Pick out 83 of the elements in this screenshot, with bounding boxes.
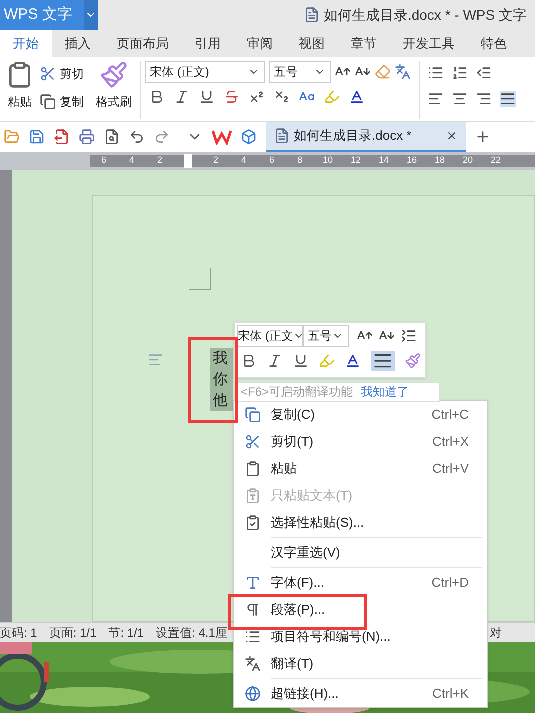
copy-button[interactable]: 复制	[40, 93, 84, 111]
numbered-list-icon[interactable]	[452, 65, 468, 81]
status-text: 设置值: 4.1厘	[156, 624, 228, 642]
superscript-icon[interactable]	[249, 89, 265, 105]
undo-icon[interactable]	[129, 129, 145, 145]
document-text: 我你他	[210, 348, 232, 411]
font-select[interactable]: 宋体 (正文	[237, 325, 303, 347]
format-painter-button[interactable]: 格式刷	[92, 61, 136, 111]
app-menu-button[interactable]: WPS 文字	[0, 0, 98, 30]
globe-icon	[244, 686, 260, 702]
list-icon	[244, 628, 260, 644]
ribbon-tab[interactable]: 审阅	[234, 30, 286, 57]
save-icon[interactable]	[29, 129, 45, 145]
dismiss-link[interactable]: 我知道了	[361, 383, 410, 401]
paintbrush-icon[interactable]	[405, 353, 421, 369]
underline-icon[interactable]	[293, 353, 309, 369]
font-color-icon[interactable]	[349, 89, 365, 105]
ribbon-tab[interactable]: 引用	[182, 30, 234, 57]
menu-item[interactable]: 复制(C) Ctrl+C	[234, 401, 487, 428]
cut-button[interactable]: 剪切	[40, 65, 84, 83]
tooltip-text: <F6>可启动翻译功能	[241, 384, 354, 401]
paste-button[interactable]: 粘贴	[0, 61, 40, 111]
size-select[interactable]: 五号	[303, 325, 349, 347]
ruler: 6 4 2 2 4 6 8 10 12 14 16 18 20 22	[90, 155, 535, 167]
paintbrush-icon	[100, 61, 128, 89]
subscript-icon[interactable]	[274, 89, 290, 105]
align-left-icon[interactable]	[428, 91, 444, 107]
justify-icon[interactable]	[500, 91, 516, 107]
preview-icon[interactable]	[104, 129, 120, 145]
italic-icon[interactable]	[267, 353, 283, 369]
clipboard-icon	[244, 460, 260, 476]
print-icon[interactable]	[79, 129, 95, 145]
strikethrough-icon[interactable]	[224, 89, 240, 105]
menu-item[interactable]: 字体(F)... Ctrl+D	[234, 569, 487, 596]
document-icon	[274, 128, 290, 144]
font-select[interactable]: 宋体 (正文)	[145, 61, 265, 83]
align-center-icon[interactable]	[452, 91, 468, 107]
close-icon[interactable]	[446, 130, 458, 142]
document-icon	[304, 7, 320, 23]
scissors-icon	[244, 434, 260, 450]
margin-corner-mark	[189, 268, 211, 290]
letter-icon	[244, 574, 260, 590]
ribbon-tab[interactable]: 插入	[52, 30, 104, 57]
clipboard-icon	[244, 514, 260, 530]
underline-icon[interactable]	[199, 89, 215, 105]
translate-icon	[244, 656, 260, 672]
cube-icon[interactable]	[241, 129, 257, 145]
size-select[interactable]: 五号	[269, 61, 331, 83]
clipboard-icon	[244, 488, 260, 504]
font-color-icon[interactable]	[345, 353, 361, 369]
logo-icon[interactable]	[212, 129, 232, 145]
phonetic-icon[interactable]	[395, 64, 411, 80]
ribbon-tab[interactable]: 页面布局	[104, 30, 182, 57]
status-text: 页码: 1	[0, 624, 38, 642]
status-text: 对	[490, 624, 502, 642]
copy-icon	[40, 94, 56, 110]
bullet-list-icon[interactable]	[428, 65, 444, 81]
status-text: 页面: 1/1	[49, 624, 97, 642]
redo-icon[interactable]	[154, 129, 170, 145]
ribbon-tab[interactable]: 特色	[468, 30, 520, 57]
align-icon[interactable]	[371, 351, 395, 371]
scissors-icon	[40, 66, 56, 82]
plus-icon[interactable]	[475, 129, 491, 145]
status-text: 节: 1/1	[108, 624, 144, 642]
ribbon-tab[interactable]: 视图	[286, 30, 338, 57]
menu-item[interactable]: 粘贴 Ctrl+V	[234, 455, 487, 482]
line-spacing-icon[interactable]	[401, 328, 417, 344]
ribbon-tab[interactable]: 开发工具	[390, 30, 468, 57]
align-right-icon[interactable]	[476, 91, 492, 107]
indent-icon[interactable]	[476, 65, 492, 81]
ribbon-tab[interactable]: 开始	[0, 30, 52, 57]
menu-item[interactable]: 翻译(T)	[234, 650, 487, 677]
ribbon-tab[interactable]: 章节	[338, 30, 390, 57]
document-tab[interactable]: 如何生成目录.docx *	[266, 122, 466, 152]
indent-marker[interactable]	[184, 154, 192, 168]
paragraph-icon	[244, 602, 260, 618]
window-title: 如何生成目录.docx * - WPS 文字	[324, 6, 527, 24]
menu-item[interactable]: 剪切(T) Ctrl+X	[234, 428, 487, 455]
italic-icon[interactable]	[174, 89, 190, 105]
menu-item[interactable]: 选择性粘贴(S)...	[234, 509, 487, 536]
menu-item[interactable]: 汉字重选(V)	[234, 539, 487, 566]
export-icon[interactable]	[54, 129, 70, 145]
copy-icon	[244, 406, 260, 422]
